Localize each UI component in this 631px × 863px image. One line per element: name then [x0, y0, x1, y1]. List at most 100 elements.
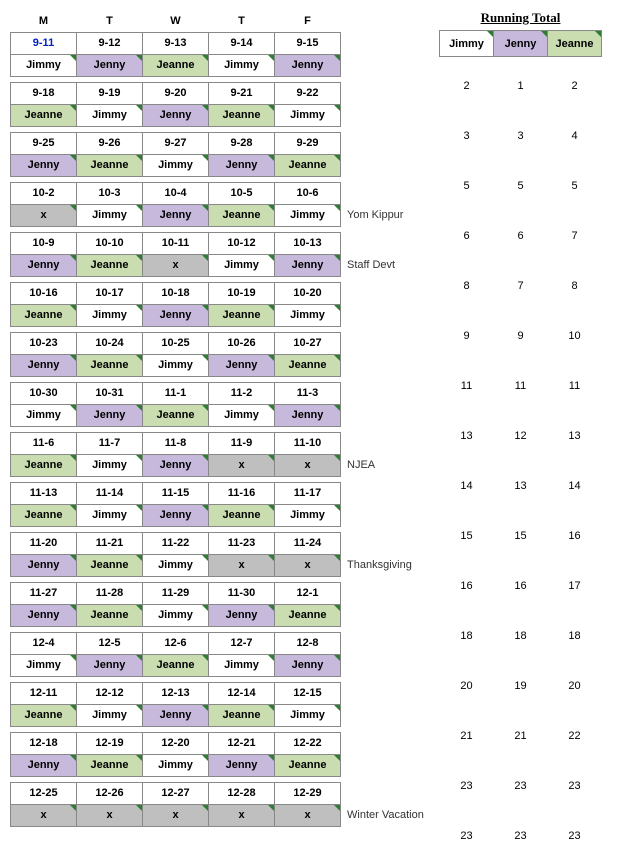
- date-cell: 12-11: [11, 682, 77, 704]
- name-cell: Jeanne: [11, 104, 77, 126]
- date-row: 12-412-512-612-712-8: [11, 632, 341, 654]
- name-cell: Jenny: [209, 604, 275, 626]
- date-cell: 11-23: [209, 532, 275, 554]
- date-cell: 10-18: [143, 282, 209, 304]
- date-row: 11-2011-2111-2211-2311-24: [11, 532, 341, 554]
- date-cell: 11-2: [209, 382, 275, 404]
- week-note: [345, 404, 435, 426]
- day-header: F: [275, 10, 341, 32]
- running-total-cell: 10: [548, 325, 602, 347]
- date-cell: 10-20: [275, 282, 341, 304]
- running-total-cell: 20: [440, 675, 494, 697]
- name-cell: Jenny: [11, 154, 77, 176]
- running-header: Jenny: [494, 31, 548, 57]
- running-header: Jeanne: [548, 31, 602, 57]
- name-row: JennyJeanneJimmyJennyJeanne: [11, 604, 341, 626]
- date-cell: 9-27: [143, 132, 209, 154]
- date-cell: 12-25: [11, 782, 77, 804]
- running-total-row: 334: [440, 125, 602, 147]
- day-header-row: MTWTF: [11, 10, 341, 32]
- date-cell: 10-25: [143, 332, 209, 354]
- date-row: 9-189-199-209-219-22: [11, 82, 341, 104]
- name-cell: Jeanne: [11, 454, 77, 476]
- name-cell: Jeanne: [209, 204, 275, 226]
- date-cell: 11-3: [275, 382, 341, 404]
- date-cell: 12-27: [143, 782, 209, 804]
- name-cell: Jenny: [143, 504, 209, 526]
- name-cell: x: [275, 554, 341, 576]
- week-note: [345, 154, 435, 176]
- date-cell: 10-11: [143, 232, 209, 254]
- date-cell: 9-14: [209, 32, 275, 54]
- date-cell: 9-21: [209, 82, 275, 104]
- running-total-cell: 23: [494, 825, 548, 847]
- date-row: 12-2512-2612-2712-2812-29: [11, 782, 341, 804]
- name-row: JennyJeanneJimmyJennyJeanne: [11, 154, 341, 176]
- date-cell: 10-23: [11, 332, 77, 354]
- date-row: 10-210-310-410-510-6: [11, 182, 341, 204]
- running-total-cell: 17: [548, 575, 602, 597]
- running-total-row: 212: [440, 75, 602, 97]
- date-cell: 11-1: [143, 382, 209, 404]
- name-cell: Jeanne: [77, 604, 143, 626]
- week-note: [345, 604, 435, 626]
- date-row: 11-2711-2811-2911-3012-1: [11, 582, 341, 604]
- name-row: JimmyJennyJeanneJimmyJenny: [11, 54, 341, 76]
- date-cell: 10-9: [11, 232, 77, 254]
- week-note: [345, 654, 435, 676]
- week-note: Thanksgiving: [345, 554, 435, 576]
- date-cell: 11-30: [209, 582, 275, 604]
- running-total-cell: 23: [440, 775, 494, 797]
- running-total-cell: 16: [440, 575, 494, 597]
- name-cell: Jeanne: [209, 304, 275, 326]
- running-total-table: JimmyJennyJeanne 21233455566787899101111…: [439, 30, 602, 853]
- name-cell: Jeanne: [275, 604, 341, 626]
- name-cell: Jimmy: [275, 304, 341, 326]
- name-cell: Jenny: [143, 454, 209, 476]
- running-total-cell: 13: [548, 425, 602, 447]
- running-total-cell: 5: [548, 175, 602, 197]
- day-header: W: [143, 10, 209, 32]
- name-cell: x: [275, 454, 341, 476]
- date-cell: 11-24: [275, 532, 341, 554]
- name-cell: Jimmy: [11, 54, 77, 76]
- day-header: T: [77, 10, 143, 32]
- name-cell: Jimmy: [275, 204, 341, 226]
- name-row: xxxxx: [11, 804, 341, 826]
- date-cell: 12-28: [209, 782, 275, 804]
- running-total-row: 161617: [440, 575, 602, 597]
- name-cell: x: [11, 204, 77, 226]
- running-total-cell: 7: [494, 275, 548, 297]
- date-cell: 9-18: [11, 82, 77, 104]
- name-cell: Jenny: [275, 54, 341, 76]
- date-row: 10-3010-3111-111-211-3: [11, 382, 341, 404]
- name-cell: Jeanne: [77, 354, 143, 376]
- date-cell: 12-7: [209, 632, 275, 654]
- running-total-cell: 14: [548, 475, 602, 497]
- running-total-cell: 23: [440, 825, 494, 847]
- day-header: M: [11, 10, 77, 32]
- running-total-cell: 2: [548, 75, 602, 97]
- date-cell: 11-7: [77, 432, 143, 454]
- running-total-row: 141314: [440, 475, 602, 497]
- date-cell: 12-19: [77, 732, 143, 754]
- date-cell: 9-25: [11, 132, 77, 154]
- running-total-cell: 22: [548, 725, 602, 747]
- running-total-row: 212122: [440, 725, 602, 747]
- date-cell: 11-27: [11, 582, 77, 604]
- date-cell: 12-12: [77, 682, 143, 704]
- name-cell: Jimmy: [209, 54, 275, 76]
- notes-column: Yom KippurStaff DevtNJEAThanksgivingWint…: [345, 10, 435, 832]
- date-cell: 12-13: [143, 682, 209, 704]
- date-cell: 9-13: [143, 32, 209, 54]
- running-total-cell: 5: [440, 175, 494, 197]
- date-cell: 12-4: [11, 632, 77, 654]
- date-cell: 10-5: [209, 182, 275, 204]
- name-cell: Jimmy: [275, 704, 341, 726]
- running-total-section: Running Total JimmyJennyJeanne 212334555…: [439, 10, 602, 853]
- name-cell: Jeanne: [209, 104, 275, 126]
- name-cell: x: [11, 804, 77, 826]
- running-total-row: 667: [440, 225, 602, 247]
- date-cell: 12-20: [143, 732, 209, 754]
- date-cell: 10-6: [275, 182, 341, 204]
